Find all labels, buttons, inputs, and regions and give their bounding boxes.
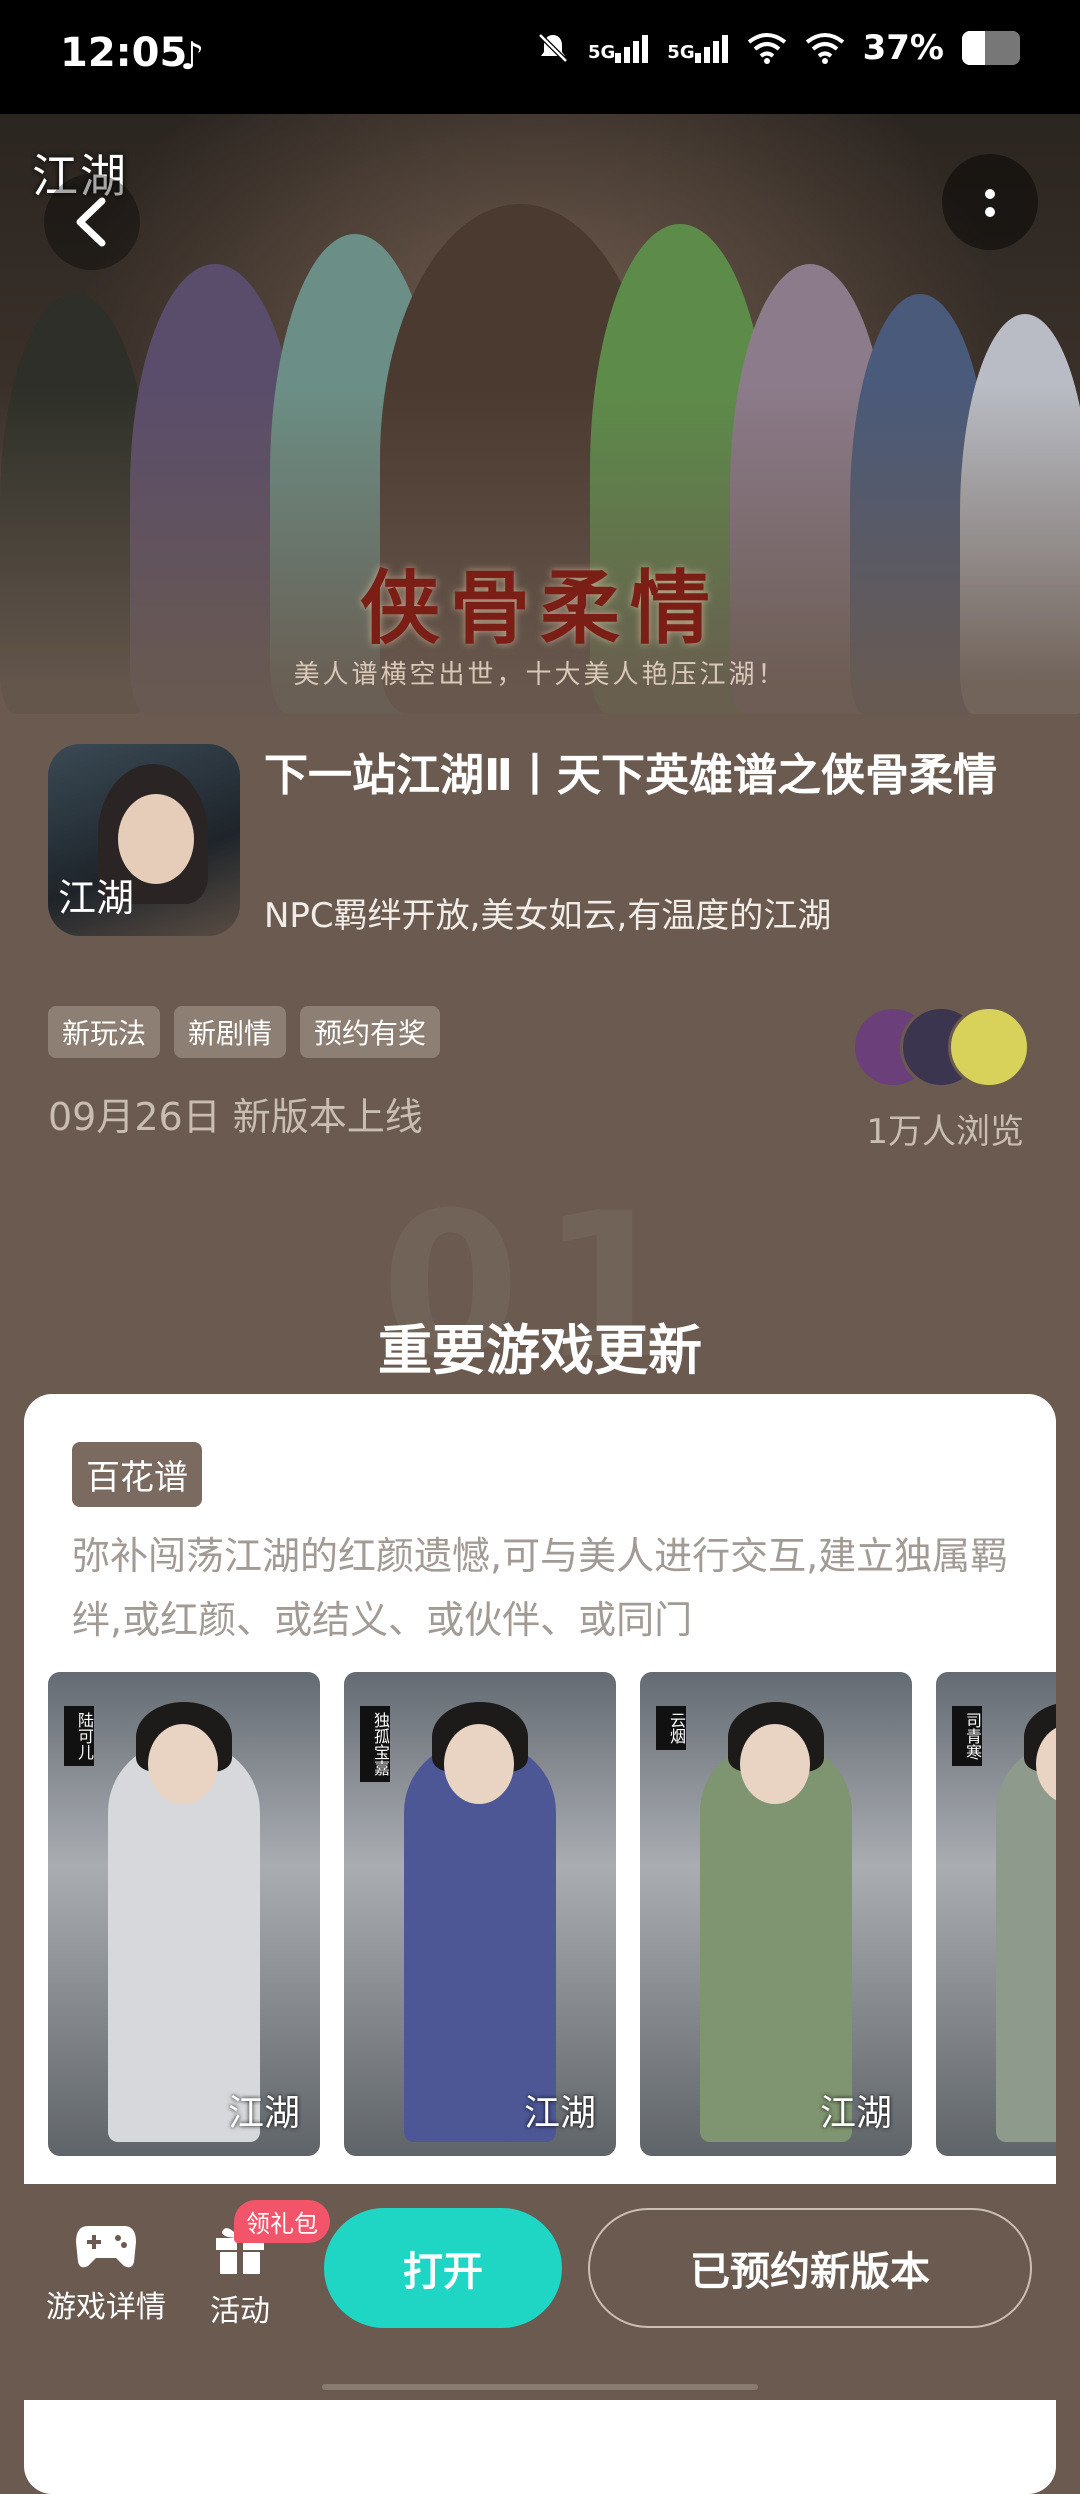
status-bar: 12:05 ♪ 5G 5G 37% [0,0,1080,114]
hero-banner: 江湖 侠骨柔情 美人谱横空出世，十大美人艳压江湖！ [0,114,1080,714]
character-face [148,1724,218,1804]
gift-badge: 领礼包 [234,2200,330,2243]
character-name: 司青寒 [952,1706,982,1766]
feature-badge: 百花谱 [72,1442,202,1507]
character-card[interactable]: 云烟 江湖 [640,1672,912,2156]
status-icons: 5G 5G 37% [536,28,1020,68]
bottom-action-bar: 游戏详情 活动 领礼包 打开 已预约新版本 [0,2184,1080,2400]
battery-icon [962,31,1020,65]
chevron-left-icon [76,197,106,247]
tag-list: 新玩法 新剧情 预约有奖 [48,1006,441,1058]
activity-label: 活动 [210,2294,270,2329]
character-carousel[interactable]: 陆可儿 江湖 独孤宝嘉 江湖 云烟 江湖 司青寒 [48,1672,1056,2156]
character-face [740,1724,810,1804]
character-name: 陆可儿 [64,1706,94,1766]
tag: 新玩法 [48,1006,161,1058]
viewer-avatars [852,1006,1032,1088]
more-options-button[interactable] [942,154,1038,250]
tiktok-icon: ♪ [180,34,205,78]
tag: 预约有奖 [300,1006,441,1058]
wifi-icon [747,33,786,64]
character-name: 独孤宝嘉 [360,1706,390,1782]
character-logo: 江湖 [819,2093,892,2134]
gamepad-icon [76,2226,136,2268]
wifi-icon [805,33,844,64]
hero-title: 侠骨柔情 [360,561,720,655]
character-logo: 江湖 [227,2093,300,2134]
app-icon-logo: 江湖 [58,876,135,920]
battery-percent: 37% [862,28,944,68]
app-icon: 江湖 [48,744,240,936]
app-title: 下一站江湖Ⅱ丨天下英雄谱之侠骨柔情 [264,750,997,801]
signal-icon: 5G [588,33,649,63]
section-title: 重要游戏更新 [378,1319,702,1382]
home-indicator[interactable] [322,2384,758,2390]
open-button[interactable]: 打开 [324,2208,562,2328]
app-subtitle: NPC羁绊开放,美女如云,有温度的江湖 [264,896,832,936]
back-button[interactable] [44,174,140,270]
feature-description: 弥补闯荡江湖的红颜遗憾,可与美人进行交互,建立独属羁绊,或红颜、或结义、或伙伴、… [72,1534,1009,1642]
character-card[interactable]: 司青寒 [936,1672,1056,2156]
reserved-version-button[interactable]: 已预约新版本 [588,2208,1032,2328]
release-date: 09月26日 新版本上线 [48,1095,423,1139]
view-count: 1万人浏览 [866,1112,1024,1152]
signal-icon: 5G [667,33,728,63]
character-logo: 江湖 [523,2093,596,2134]
hero-subtitle: 美人谱横空出世，十大美人艳压江湖！ [293,660,787,690]
status-time: 12:05 [60,30,188,76]
tag: 新剧情 [174,1006,287,1058]
mute-icon [538,33,568,63]
avatar [948,1006,1030,1088]
character-face [444,1724,514,1804]
character-card[interactable]: 独孤宝嘉 江湖 [344,1672,616,2156]
character-card[interactable]: 陆可儿 江湖 [48,1672,320,2156]
more-vertical-icon [985,189,995,217]
character-figure [996,1742,1056,2142]
character-name: 云烟 [656,1706,686,1750]
